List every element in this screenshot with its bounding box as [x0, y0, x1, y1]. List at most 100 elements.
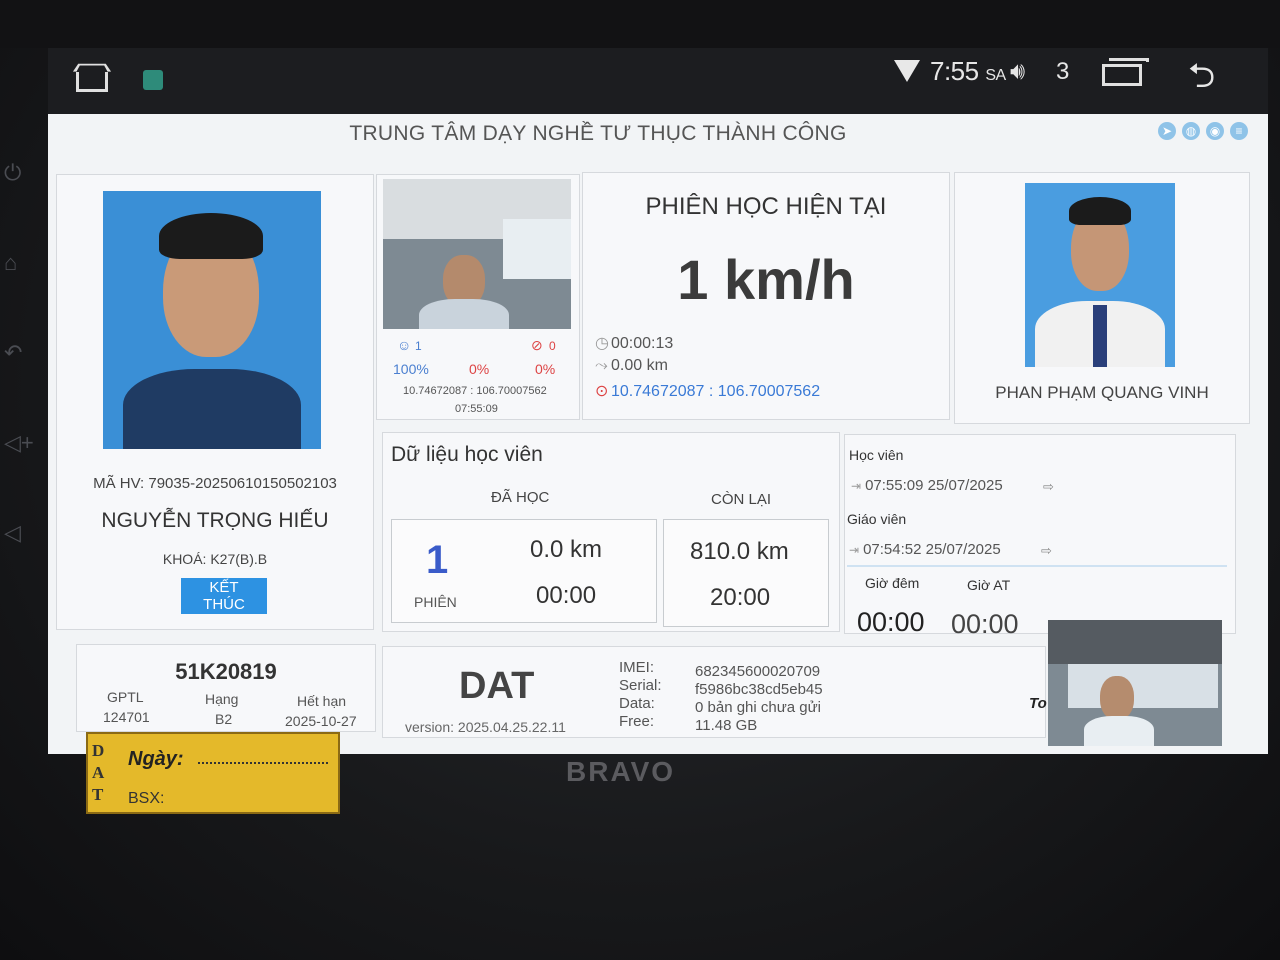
- hw-vol-down-icon[interactable]: ◁: [4, 520, 21, 546]
- log-divider: [847, 565, 1227, 567]
- remaining-box: 810.0 km 20:00: [663, 519, 829, 627]
- device-version: version: 2025.04.25.22.11: [405, 719, 566, 735]
- clock-icon: ◷: [595, 335, 609, 352]
- student-login-time: ⇥ 07:55:09 25/07/2025: [851, 477, 1003, 494]
- student-photo: [103, 191, 321, 449]
- globe-icon[interactable]: ◍: [1182, 122, 1200, 140]
- imei-value: 682345600020709: [695, 663, 821, 680]
- vehicle-plate: 51K20819: [175, 659, 277, 684]
- data-value: 0 bản ghi chưa gửi: [695, 699, 821, 716]
- session-gps-row: ⊙ 10.74672087 : 106.70007562: [595, 383, 821, 400]
- camera-time: 07:55:09: [455, 403, 498, 415]
- session-count: 1: [426, 538, 449, 582]
- data-label: Data:: [619, 695, 655, 712]
- face-count: 1: [415, 339, 422, 353]
- gptl-label: GPTL: [107, 689, 144, 705]
- hw-vol-up-icon[interactable]: ◁+: [4, 430, 34, 456]
- teacher-login-time: ⇥ 07:54:52 25/07/2025: [849, 541, 1001, 558]
- sticker-plate-label: BSX:: [128, 790, 165, 807]
- bezel-top: [0, 0, 1280, 48]
- dat-app-screen: TRUNG TÂM DẠY NGHỀ TƯ THỤC THÀNH CÔNG ➤ …: [48, 114, 1268, 754]
- sticker-side-text: D A T: [92, 741, 105, 804]
- free-label: Free:: [619, 713, 655, 730]
- live-cabin-camera: [1048, 620, 1222, 746]
- learned-box: 1 PHIÊN 0.0 km 00:00: [391, 519, 657, 623]
- volume-level: 3: [1056, 58, 1070, 85]
- imei-label: IMEI:: [619, 659, 655, 676]
- warn-pct: 0%: [469, 361, 490, 377]
- teacher-name: PHAN PHẠM QUANG VINH: [995, 383, 1209, 402]
- learned-km: 0.0 km: [530, 536, 603, 563]
- session-duration-row: ◷ 00:00:13: [595, 335, 674, 352]
- toolbar-icons: ➤ ◍ ◉ ≡: [1158, 122, 1248, 140]
- route-icon: ⤳: [595, 357, 608, 374]
- camera-snapshot: [383, 179, 571, 329]
- hw-back-icon[interactable]: ↶: [4, 340, 22, 366]
- serial-label: Serial:: [619, 677, 662, 694]
- student-course: KHOÁ: K27(B).B: [162, 551, 268, 567]
- teacher-photo: [1025, 183, 1175, 367]
- bezel-hardware-buttons: ⏻ ⌂ ↶ ◁+ ◁: [0, 150, 40, 570]
- night-hours-value: 00:00: [857, 607, 925, 637]
- teacher-card: PHAN PHẠM QUANG VINH: [954, 172, 1250, 424]
- student-name: NGUYỄN TRỌNG HIẾU: [101, 509, 329, 532]
- student-data-title: Dữ liệu học viên: [391, 443, 543, 466]
- free-value: 11.48 GB: [695, 717, 758, 734]
- rank-value: B2: [215, 711, 233, 727]
- volume-icon[interactable]: 🔊︎: [1010, 58, 1025, 86]
- cam-overlay-text: To: [1029, 695, 1047, 712]
- current-session-card: PHIÊN HỌC HIỆN TẠI 1 km/h ◷ 00:00:13 ⤳ 0.0…: [582, 172, 950, 420]
- database-icon[interactable]: ≡: [1230, 122, 1248, 140]
- face-ok-icon: ☺: [397, 337, 412, 353]
- face-pct: 100%: [393, 361, 429, 377]
- recents-icon[interactable]: [1102, 58, 1149, 86]
- hw-home-icon[interactable]: ⌂: [4, 250, 17, 276]
- expiry-label: Hết hạn: [297, 693, 347, 709]
- student-code: MÃ HV: 79035-20250610150502103: [93, 475, 337, 492]
- brand-logo: BRAVO: [566, 756, 676, 787]
- student-login-label: Học viên: [849, 447, 904, 463]
- camera-card: ☺ 1 100% 0% ⊘ 0 0% 10.74672087 : 106.700…: [376, 174, 580, 420]
- wifi-icon: [894, 60, 920, 82]
- session-speed: 1 km/h: [677, 248, 855, 311]
- night-hours-label: Giờ đêm: [865, 575, 920, 591]
- app-icon[interactable]: [143, 70, 163, 90]
- session-count-label: PHIÊN: [414, 594, 457, 610]
- device-info-card: DAT version: 2025.04.25.22.11 IMEI: 6823…: [382, 646, 1047, 738]
- expiry-value: 2025-10-27: [285, 713, 357, 729]
- center-title: TRUNG TÂM DẠY NGHỀ TƯ THỤC THÀNH CÔNG: [349, 122, 847, 145]
- teacher-login-label: Giáo viên: [847, 511, 907, 527]
- student-data-card: Dữ liệu học viên ĐÃ HỌC CÒN LẠI 1 PHIÊN …: [382, 432, 840, 632]
- camera-icon[interactable]: ◉: [1206, 122, 1224, 140]
- gptl-value: 124701: [103, 709, 150, 725]
- camera-coords: 10.74672087 : 106.70007562: [403, 385, 547, 397]
- error-pct: 0%: [535, 361, 556, 377]
- student-logout-icon[interactable]: ⇨: [1043, 479, 1054, 495]
- session-title: PHIÊN HỌC HIỆN TẠI: [645, 193, 887, 220]
- device-name: DAT: [459, 665, 535, 707]
- learned-time: 00:00: [536, 582, 597, 609]
- remaining-km: 810.0 km: [690, 538, 789, 565]
- rank-label: Hạng: [205, 691, 239, 707]
- student-card: MÃ HV: 79035-20250610150502103 NGUYỄN TR…: [56, 174, 374, 630]
- error-count: 0: [549, 339, 556, 353]
- navigation-icon[interactable]: ➤: [1158, 122, 1176, 140]
- power-icon[interactable]: ⏻: [4, 160, 21, 186]
- home-icon[interactable]: [76, 72, 108, 92]
- learned-header: ĐÃ HỌC: [491, 489, 550, 506]
- back-icon[interactable]: ⮌: [1188, 52, 1215, 109]
- status-clock: 7:55 SA: [930, 56, 1006, 86]
- serial-value: f5986bc38cd5eb45: [695, 681, 823, 698]
- auto-hours-value: 00:00: [951, 609, 1019, 639]
- vehicle-card: 51K20819 GPTL 124701 Hạng B2 Hết hạn 202…: [76, 644, 376, 732]
- auto-hours-label: Giờ AT: [967, 577, 1011, 593]
- dat-sticker: D A T Ngày: BSX:: [86, 732, 340, 814]
- login-log-card: Học viên ⇥ 07:55:09 25/07/2025 ⇨ Giáo viê…: [844, 434, 1236, 639]
- sticker-date-label: Ngày:: [128, 748, 184, 770]
- sticker-dots: [198, 762, 328, 764]
- error-icon: ⊘: [531, 337, 543, 353]
- remaining-header: CÒN LẠI: [711, 491, 772, 508]
- teacher-logout-icon[interactable]: ⇨: [1041, 543, 1052, 559]
- end-session-button[interactable]: KẾT THÚC: [181, 578, 267, 614]
- remaining-time: 20:00: [710, 584, 771, 611]
